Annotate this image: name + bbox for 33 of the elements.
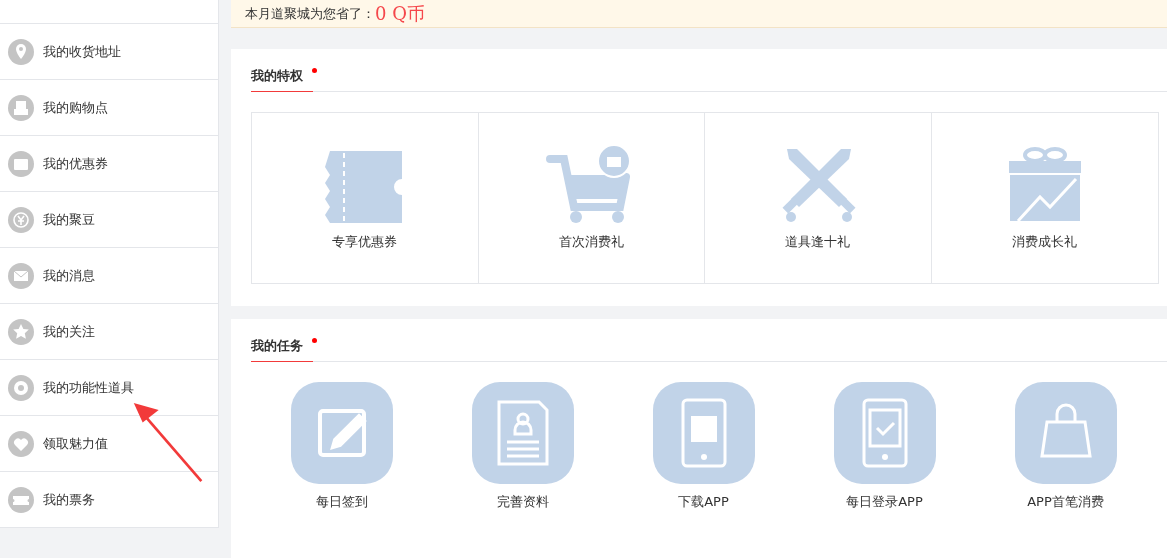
task-label: 下载APP (678, 493, 729, 511)
yen-coin-icon (8, 206, 34, 233)
sidebar-item[interactable]: 我的聚豆 (0, 192, 218, 248)
target-icon (8, 374, 34, 401)
sidebar-item[interactable]: 我的票务 (0, 472, 218, 527)
sidebar-item[interactable]: 我的购物点 (0, 80, 218, 136)
envelope-icon (8, 262, 34, 289)
task-label: 完善资料 (496, 493, 549, 511)
edit-icon[interactable] (290, 382, 393, 484)
shopping-bag-icon[interactable] (1014, 382, 1117, 484)
section-title: 我的特权 (251, 65, 313, 92)
sidebar-item[interactable]: 我的优惠券 (0, 136, 218, 192)
profile-document-icon[interactable] (471, 382, 574, 484)
privilege-card[interactable]: 首次消费礼 (478, 113, 705, 283)
privilege-card[interactable]: 道具逢十礼 (705, 113, 932, 283)
sidebar-item[interactable]: 我的收货地址 (0, 24, 218, 80)
ticket-icon (8, 486, 34, 513)
sidebar-item[interactable]: 我的消息 (0, 248, 218, 304)
card-icon (8, 150, 34, 177)
section-title: 我的任务 (251, 335, 313, 362)
sidebar-item[interactable]: 我的关注 (0, 304, 218, 360)
sidebar-item[interactable]: 领取魅力值 (0, 416, 218, 472)
location-pin-icon (8, 38, 34, 65)
task-label: 每日签到 (315, 493, 368, 511)
phone-check-icon[interactable] (833, 382, 936, 484)
task-label: 每日登录APP (846, 493, 923, 511)
task-label: APP首笔消费 (1027, 493, 1104, 511)
privilege-card[interactable]: 消费成长礼 (931, 113, 1158, 283)
savings-label: 本月道聚城为您省了： (245, 4, 375, 23)
notice-dot (312, 68, 317, 73)
savings-amount: 0 Q币 (375, 1, 425, 26)
privilege-card[interactable]: 专享优惠券 (252, 113, 479, 283)
notice-dot (312, 338, 317, 343)
